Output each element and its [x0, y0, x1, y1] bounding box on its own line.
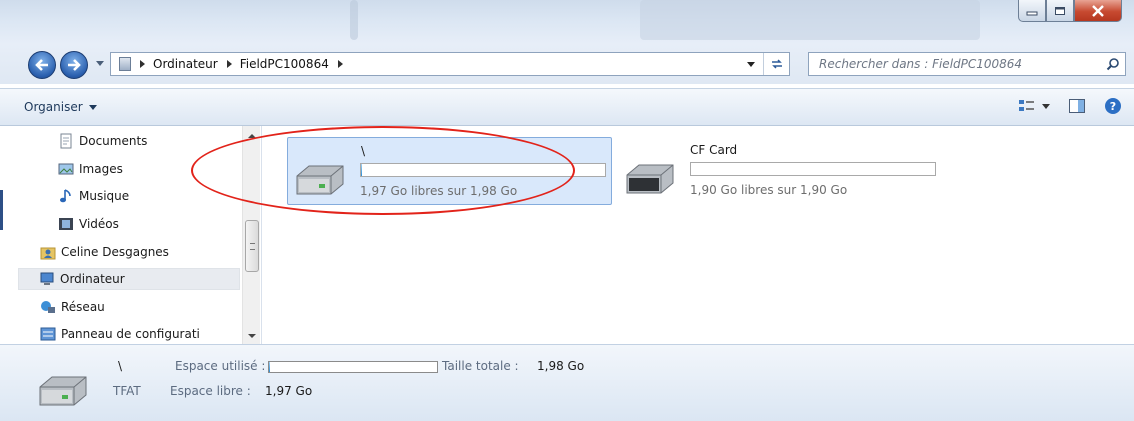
window-controls: [1018, 0, 1122, 22]
blurred-background: [640, 0, 980, 40]
drive-icon: [626, 164, 674, 194]
search-icon[interactable]: [1106, 57, 1120, 71]
sidebar-item-label: Images: [79, 162, 123, 176]
computer-icon: [40, 272, 54, 285]
sidebar-item-label: Musique: [79, 189, 130, 203]
minimize-icon: [1026, 11, 1038, 15]
network-icon: [41, 301, 55, 313]
breadcrumb-item-device[interactable]: FieldPC100864: [240, 57, 329, 71]
sidebar-item-images[interactable]: Images: [58, 158, 123, 180]
organize-menu[interactable]: Organiser: [24, 100, 97, 114]
details-capacity-bar: [268, 361, 438, 373]
back-button[interactable]: [28, 51, 56, 79]
window-edge: [0, 190, 3, 230]
drive-name: CF Card: [690, 143, 738, 157]
details-total-label: Taille totale :: [442, 359, 519, 373]
breadcrumb: Ordinateur FieldPC100864: [131, 53, 351, 75]
command-bar: Organiser ?: [0, 88, 1134, 126]
sidebar-item-videos[interactable]: Vidéos: [58, 213, 119, 235]
details-capacity-fill: [269, 362, 270, 372]
grip-icon: [250, 243, 255, 250]
breadcrumb-separator-icon[interactable]: [337, 60, 343, 68]
forward-arrow-icon: [68, 59, 81, 71]
breadcrumb-item-computer[interactable]: Ordinateur: [153, 57, 218, 71]
sidebar-item-label: Panneau de configurati: [61, 327, 200, 341]
control-panel-icon: [40, 327, 56, 341]
maximize-icon: [1055, 6, 1065, 15]
chevron-down-icon: [88, 104, 97, 110]
details-used-label: Espace utilisé :: [175, 359, 266, 373]
maximize-button[interactable]: [1046, 0, 1074, 22]
sidebar-item-music[interactable]: Musique: [58, 185, 129, 207]
view-options-icon[interactable]: [1018, 98, 1036, 114]
help-icon[interactable]: ?: [1104, 97, 1122, 115]
details-free-value: 1,97 Go: [265, 384, 313, 398]
sidebar-item-label: Documents: [79, 134, 148, 148]
details-pane: \ TFAT Espace utilisé : Taille totale : …: [0, 344, 1134, 421]
forward-button[interactable]: [60, 51, 88, 79]
drive-free-space: 1,90 Go libres sur 1,90 Go: [690, 183, 848, 197]
address-bar[interactable]: Ordinateur FieldPC100864: [110, 52, 790, 76]
scrollbar-thumb[interactable]: [245, 220, 259, 272]
details-drive-name: \: [118, 359, 123, 373]
view-controls: ?: [1018, 97, 1122, 115]
sidebar-item-control-panel[interactable]: Panneau de configurati: [40, 323, 200, 345]
video-icon: [59, 218, 73, 230]
refresh-icon: [771, 59, 782, 69]
sidebar-item-documents[interactable]: Documents: [58, 130, 147, 152]
drive-item-cf-card[interactable]: CF Card 1,90 Go libres sur 1,90 Go: [618, 137, 948, 205]
search-placeholder[interactable]: Rechercher dans : FieldPC100864: [819, 57, 1022, 71]
sidebar-item-label: Vidéos: [79, 217, 119, 231]
recent-pages-dropdown[interactable]: [96, 61, 104, 66]
address-history-dropdown[interactable]: [747, 62, 755, 67]
minimize-button[interactable]: [1018, 0, 1046, 22]
user-folder-icon: [40, 247, 56, 260]
computer-icon: [119, 57, 131, 71]
preview-pane-icon[interactable]: [1068, 98, 1086, 114]
details-total-value: 1,98 Go: [537, 359, 585, 373]
drive-icon: [39, 376, 87, 406]
breadcrumb-separator-icon[interactable]: [140, 60, 145, 68]
sidebar-item-label: Ordinateur: [60, 272, 125, 286]
blurred-background: [350, 0, 358, 40]
organize-label: Organiser: [24, 100, 83, 114]
sidebar-item-user[interactable]: Celine Desgagnes: [40, 241, 169, 263]
breadcrumb-separator-icon[interactable]: [226, 60, 232, 68]
refresh-button[interactable]: [763, 53, 789, 75]
sidebar-item-network[interactable]: Réseau: [40, 296, 105, 318]
details-filesystem: TFAT: [113, 384, 141, 398]
drive-capacity-bar: [690, 162, 936, 176]
close-icon: [1092, 4, 1104, 17]
navigation-bar: Ordinateur FieldPC100864 Rechercher dans…: [0, 44, 1134, 84]
sidebar-item-computer[interactable]: Ordinateur: [18, 268, 240, 290]
back-arrow-icon: [35, 59, 48, 71]
sidebar-item-label: Celine Desgagnes: [61, 245, 169, 259]
close-button[interactable]: [1074, 0, 1122, 22]
image-icon: [58, 163, 74, 175]
music-icon: [60, 189, 71, 203]
svg-text:?: ?: [1110, 100, 1116, 113]
sidebar-item-label: Réseau: [61, 300, 105, 314]
chevron-down-icon[interactable]: [1042, 103, 1050, 109]
title-bar: [0, 0, 1134, 44]
document-icon: [60, 133, 72, 149]
scroll-down-arrow-icon[interactable]: [248, 334, 256, 338]
details-free-label: Espace libre :: [170, 384, 251, 398]
search-field[interactable]: Rechercher dans : FieldPC100864: [808, 52, 1126, 76]
annotation-ellipse: [191, 126, 575, 215]
